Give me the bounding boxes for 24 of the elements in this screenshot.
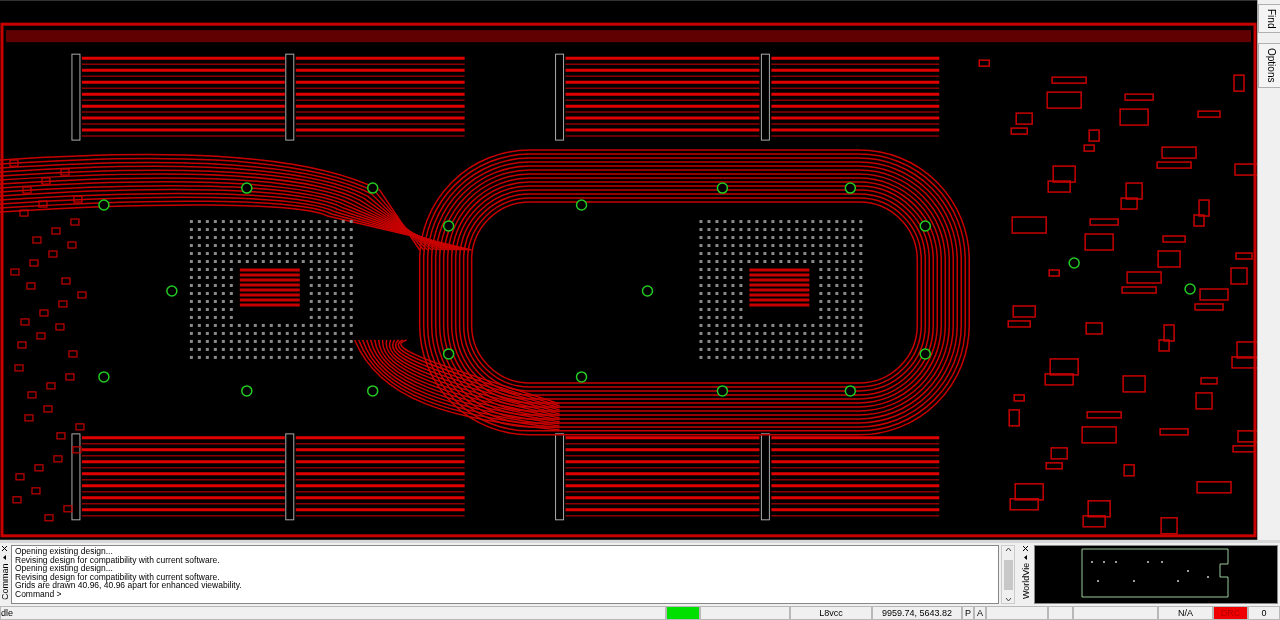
- status-field: [986, 606, 1048, 620]
- log-line: Opening existing design...: [15, 564, 113, 573]
- a-button[interactable]: A: [974, 606, 986, 620]
- log-line: Opening existing design...: [15, 547, 113, 556]
- close-icon[interactable]: [1, 545, 8, 552]
- log-line: Revising design for compatibility with current software.: [15, 555, 221, 565]
- scroll-down-icon[interactable]: [1004, 596, 1012, 603]
- drc-indicator: DRC: [1213, 606, 1248, 620]
- status-text: dle: [0, 606, 666, 620]
- scroll-up-icon[interactable]: [1004, 546, 1012, 553]
- cursor-coordinates: 9959.74, 5643.82: [872, 606, 962, 620]
- status-text: N/A: [1158, 606, 1213, 620]
- close-icon[interactable]: [1022, 545, 1029, 552]
- side-tab[interactable]: Options: [1258, 43, 1280, 88]
- drc-count: 0: [1248, 606, 1280, 620]
- log-line: Command >: [15, 589, 63, 599]
- scrollbar[interactable]: [1001, 545, 1015, 604]
- status-field: [1048, 606, 1073, 620]
- active-layer: L8vcc: [790, 606, 872, 620]
- log-line: Revising design for compatibility with current software.: [15, 572, 220, 582]
- status-indicator: [666, 606, 700, 620]
- log-line: Grids are drawn 40.96, 40.96 apart for enhanced viewability.: [15, 581, 243, 590]
- side-tab[interactable]: Find: [1258, 4, 1280, 34]
- p-button[interactable]: P: [962, 606, 974, 620]
